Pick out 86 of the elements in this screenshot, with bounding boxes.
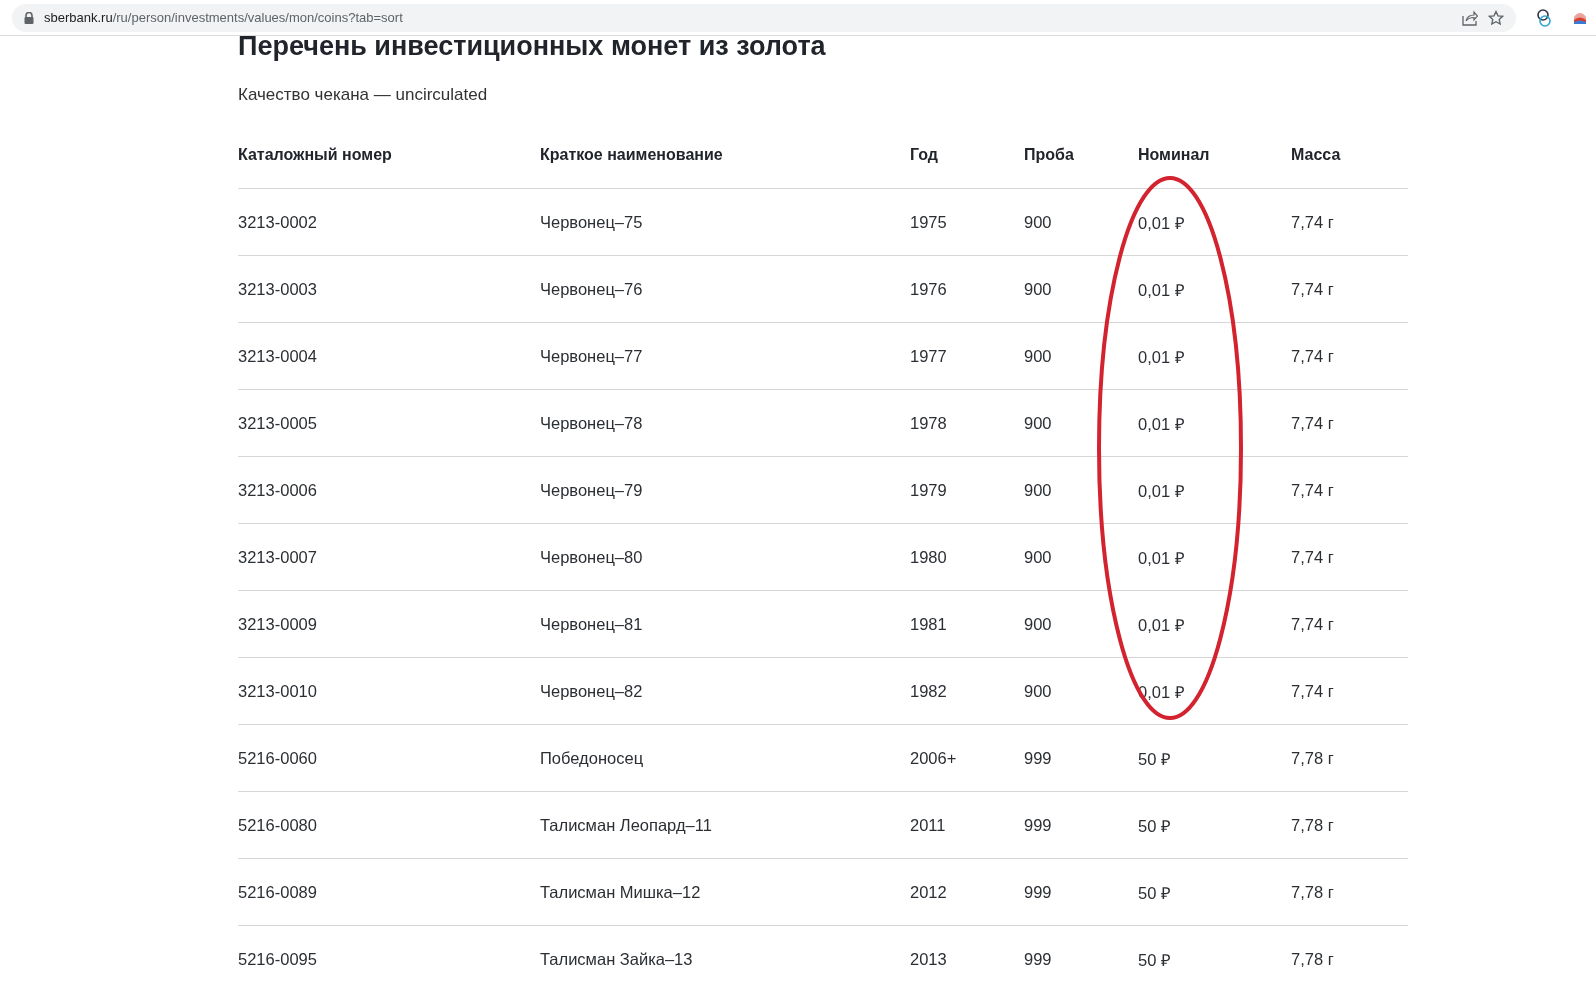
table-cell: 3213-0006	[238, 480, 317, 500]
table-cell: Червонец–80	[540, 547, 643, 567]
table-cell: 999	[1024, 949, 1052, 969]
table-cell: 2013	[910, 949, 947, 969]
table-cell: 900	[1024, 480, 1052, 500]
table-cell: 7,74 г	[1291, 279, 1334, 299]
lock-icon	[24, 11, 34, 24]
table-cell: 3213-0010	[238, 681, 317, 701]
table-cell: Червонец–82	[540, 681, 643, 701]
table-cell: Червонец–81	[540, 614, 643, 634]
extension-icon[interactable]	[1572, 10, 1588, 25]
table-cell: Червонец–79	[540, 480, 643, 500]
table-cell: 1976	[910, 279, 947, 299]
table-cell-text: 50 ₽	[1138, 882, 1171, 904]
table-cell: Талисман Мишка–12	[540, 882, 701, 902]
table-cell-text: 50 ₽	[1138, 815, 1171, 837]
table-cell: 5216-0060	[238, 748, 317, 768]
share-icon[interactable]	[1462, 9, 1478, 26]
table-cell-text: 0,01 ₽	[1138, 614, 1185, 636]
table-cell: 3213-0002	[238, 212, 317, 232]
table-cell: 1975	[910, 212, 947, 232]
table-cell: 7,74 г	[1291, 413, 1334, 433]
table-cell-text: 50 ₽	[1138, 748, 1171, 770]
table-cell: 7,74 г	[1291, 681, 1334, 701]
column-header: Масса	[1291, 146, 1341, 164]
table-cell: 1980	[910, 547, 947, 567]
table-cell-text: 0,01 ₽	[1138, 346, 1185, 368]
table-cell: 900	[1024, 681, 1052, 701]
table-cell: 7,74 г	[1291, 547, 1334, 567]
table-cell: 3213-0004	[238, 346, 317, 366]
table-cell: 3213-0009	[238, 614, 317, 634]
table-cell: 5216-0089	[238, 882, 317, 902]
table-cell: 900	[1024, 547, 1052, 567]
subtitle: Качество чекана — uncirculated	[238, 85, 488, 105]
table-cell: Победоносец	[540, 748, 644, 768]
table-cell: 900	[1024, 279, 1052, 299]
table-cell: Талисман Леопард–11	[540, 815, 712, 835]
extension-icon[interactable]	[1536, 8, 1552, 27]
table-cell: Талисман Зайка–13	[540, 949, 693, 969]
table-cell-text: 0,01 ₽	[1138, 279, 1185, 301]
column-header: Проба	[1024, 146, 1074, 164]
table-cell: 7,78 г	[1291, 815, 1334, 835]
table-cell: 3213-0005	[238, 413, 317, 433]
table-cell: 999	[1024, 882, 1052, 902]
table-cell: 999	[1024, 748, 1052, 768]
table-cell: 7,78 г	[1291, 748, 1334, 768]
table-cell: 7,74 г	[1291, 614, 1334, 634]
table-cell-text: 0,01 ₽	[1138, 212, 1185, 234]
table-cell: 900	[1024, 614, 1052, 634]
table-cell: 1978	[910, 413, 947, 433]
address-bar[interactable]: sberbank.ru/ru/person/investments/values/mon/coins?tab=sort	[12, 3, 1516, 32]
table-cell: 1979	[910, 480, 947, 500]
column-header: Каталожный номер	[238, 146, 392, 164]
table-cell-text: 0,01 ₽	[1138, 480, 1185, 502]
table-cell: 900	[1024, 346, 1052, 366]
table-cell: Червонец–75	[540, 212, 643, 232]
table-cell: 7,74 г	[1291, 346, 1334, 366]
table-cell: 900	[1024, 413, 1052, 433]
table-cell-text: 50 ₽	[1138, 949, 1171, 971]
table-cell: Червонец–77	[540, 346, 643, 366]
column-header: Год	[910, 146, 938, 164]
table-cell: 5216-0095	[238, 949, 317, 969]
table-cell: 999	[1024, 815, 1052, 835]
table-cell-text: 0,01 ₽	[1138, 547, 1185, 569]
table-cell: 3213-0003	[238, 279, 317, 299]
column-header: Краткое наименование	[540, 146, 723, 164]
table-cell: 7,78 г	[1291, 882, 1334, 902]
table-cell: 3213-0007	[238, 547, 317, 567]
table-cell: 7,78 г	[1291, 949, 1334, 969]
table-cell: 1977	[910, 346, 947, 366]
table-cell: 1981	[910, 614, 947, 634]
column-header: Номинал	[1138, 146, 1210, 164]
star-icon[interactable]	[1488, 9, 1504, 26]
table-cell: 7,74 г	[1291, 212, 1334, 232]
table-cell-text: 0,01 ₽	[1138, 413, 1185, 435]
page-heading: Перечень инвестиционных монет из золота	[238, 30, 826, 63]
table-cell: Червонец–78	[540, 413, 643, 433]
url-text: sberbank.ru/ru/person/investments/values/mon/coins?tab=sort	[44, 10, 404, 25]
table-cell: 900	[1024, 212, 1052, 232]
table-cell: 7,74 г	[1291, 480, 1334, 500]
table-cell: 2006+	[910, 748, 957, 768]
table-cell: 2012	[910, 882, 947, 902]
table-cell: 5216-0080	[238, 815, 317, 835]
table-cell: 1982	[910, 681, 947, 701]
table-cell: Червонец–76	[540, 279, 643, 299]
table-cell: 2011	[910, 815, 946, 835]
